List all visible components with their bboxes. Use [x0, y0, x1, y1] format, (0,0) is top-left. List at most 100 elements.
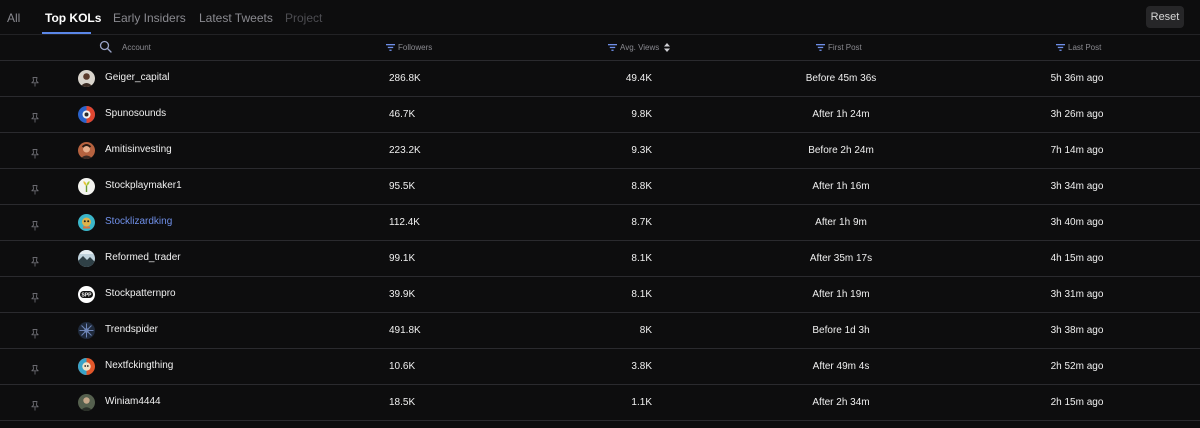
table-row[interactable]: Nextfckingthing 10.6K 3.8K After 49m 4s 2h 5…	[0, 349, 1200, 385]
account-name-link[interactable]: Geiger_capital	[105, 72, 169, 83]
last-post-value: 3h 38m ago	[1050, 325, 1104, 336]
account-name-link[interactable]: Amitisinvesting	[105, 144, 172, 155]
filter-icon[interactable]	[386, 44, 395, 51]
table-row[interactable]: Reformed_trader 99.1K 8.1K After 35m 17s 4h …	[0, 241, 1200, 277]
pin-icon[interactable]	[31, 218, 39, 231]
avg-views-value: 8.7K	[631, 217, 652, 228]
pin-icon[interactable]	[31, 182, 39, 195]
tab-early-insiders[interactable]: Early Insiders	[113, 11, 186, 25]
account-name-link[interactable]: Reformed_trader	[105, 252, 181, 263]
column-header-first-post[interactable]: First Post	[816, 43, 862, 52]
filter-icon[interactable]	[1056, 44, 1065, 51]
avatar[interactable]	[78, 70, 95, 87]
avatar[interactable]	[78, 142, 95, 159]
avg-views-value: 1.1K	[631, 397, 652, 408]
first-post-value: After 2h 34m	[812, 397, 870, 408]
last-post-value: 3h 40m ago	[1050, 217, 1104, 228]
column-header-account[interactable]: Account	[122, 43, 151, 52]
tab-top-kols[interactable]: Top KOLs	[45, 11, 101, 25]
followers-value: 112.4K	[389, 217, 420, 228]
tab-all[interactable]: All	[7, 11, 20, 25]
last-post-value: 7h 14m ago	[1050, 145, 1104, 156]
account-name-link[interactable]: Winiam4444	[105, 396, 161, 407]
table-row[interactable]: Spunosounds 46.7K 9.8K After 1h 24m 3h 26m a…	[0, 97, 1200, 133]
first-post-value: After 1h 24m	[812, 109, 870, 120]
table-row[interactable]: SPP Stockpatternpro 39.9K 8.1K After 1h 19m 3…	[0, 277, 1200, 313]
tab-project[interactable]: Project	[285, 11, 322, 25]
pin-icon[interactable]	[31, 74, 39, 87]
table-row[interactable]: Trendspider 491.8K 8K Before 1d 3h 3h 38m ag…	[0, 313, 1200, 349]
tab-latest-tweets[interactable]: Latest Tweets	[199, 11, 273, 25]
kol-table-body: Geiger_capital 286.8K 49.4K Before 45m 36s 5…	[0, 61, 1200, 421]
pin-icon[interactable]	[31, 326, 39, 339]
pin-icon[interactable]	[31, 254, 39, 267]
table-row[interactable]: Winiam4444 18.5K 1.1K After 2h 34m 2h 15m ag…	[0, 385, 1200, 421]
followers-value: 95.5K	[389, 181, 416, 192]
avg-views-value: 9.8K	[631, 109, 652, 120]
first-post-value: Before 45m 36s	[805, 73, 877, 84]
table-header: Account Followers Avg. Views First Post	[0, 35, 1200, 60]
avatar[interactable]	[78, 106, 95, 123]
first-post-value: Before 1d 3h	[812, 325, 870, 336]
followers-value: 18.5K	[389, 397, 416, 408]
followers-value: 223.2K	[389, 145, 421, 156]
followers-value: 10.6K	[389, 361, 416, 372]
last-post-value: 3h 26m ago	[1050, 109, 1104, 120]
tab-bar: All Top KOLs Early Insiders Latest Tweet…	[0, 0, 1200, 34]
avg-views-value: 9.3K	[631, 145, 652, 156]
table-row[interactable]: Stocklizardking 112.4K 8.7K After 1h 9m 3h 4…	[0, 205, 1200, 241]
first-post-value: Before 2h 24m	[808, 145, 874, 156]
account-name-link[interactable]: Stocklizardking	[105, 216, 172, 227]
account-name-link[interactable]: Nextfckingthing	[105, 360, 173, 371]
first-post-value: After 1h 9m	[815, 217, 867, 228]
pin-icon[interactable]	[31, 362, 39, 375]
table-row[interactable]: Amitisinvesting 223.2K 9.3K Before 2h 24m 7h…	[0, 133, 1200, 169]
pin-icon[interactable]	[31, 146, 39, 159]
avatar[interactable]	[78, 394, 95, 411]
table-row[interactable]: Stockplaymaker1 95.5K 8.8K After 1h 16m 3h 3…	[0, 169, 1200, 205]
reset-button[interactable]: Reset	[1146, 6, 1184, 28]
table-row[interactable]: Geiger_capital 286.8K 49.4K Before 45m 36s 5…	[0, 61, 1200, 97]
last-post-value: 2h 15m ago	[1050, 397, 1104, 408]
first-post-value: After 1h 16m	[812, 181, 870, 192]
filter-icon[interactable]	[816, 44, 825, 51]
followers-value: 99.1K	[389, 253, 416, 264]
avatar[interactable]	[78, 358, 95, 375]
avg-views-value: 49.4K	[625, 73, 652, 84]
avatar[interactable]	[78, 214, 95, 231]
search-icon[interactable]	[99, 40, 112, 53]
filter-icon[interactable]	[608, 44, 617, 51]
last-post-value: 5h 36m ago	[1050, 73, 1104, 84]
first-post-value: After 49m 4s	[812, 361, 870, 372]
pin-icon[interactable]	[31, 290, 39, 303]
sort-icon[interactable]	[664, 43, 671, 52]
avatar[interactable]	[78, 250, 95, 267]
column-header-avg-views[interactable]: Avg. Views	[608, 43, 671, 52]
column-header-last-post[interactable]: Last Post	[1056, 43, 1101, 52]
column-header-followers[interactable]: Followers	[386, 43, 432, 52]
account-name-link[interactable]: Trendspider	[105, 324, 158, 335]
followers-value: 491.8K	[389, 325, 421, 336]
last-post-value: 4h 15m ago	[1050, 253, 1104, 264]
account-name-link[interactable]: Spunosounds	[105, 108, 166, 119]
first-post-value: After 35m 17s	[809, 253, 873, 264]
first-post-value: After 1h 19m	[812, 289, 870, 300]
avg-views-value: 8.1K	[631, 253, 652, 264]
followers-value: 46.7K	[389, 109, 416, 120]
pin-icon[interactable]	[31, 398, 39, 411]
last-post-value: 3h 34m ago	[1050, 181, 1104, 192]
avg-views-value: 8.1K	[631, 289, 652, 300]
avg-views-value: 3.8K	[631, 361, 652, 372]
avatar[interactable]	[78, 322, 95, 339]
avatar[interactable]: SPP	[78, 286, 95, 303]
last-post-value: 2h 52m ago	[1050, 361, 1104, 372]
avatar[interactable]	[78, 178, 95, 195]
pin-icon[interactable]	[31, 110, 39, 123]
account-name-link[interactable]: Stockplaymaker1	[105, 180, 182, 191]
avg-views-value: 8K	[639, 325, 652, 336]
svg-text:SPP: SPP	[81, 292, 92, 298]
account-name-link[interactable]: Stockpatternpro	[105, 288, 176, 299]
followers-value: 39.9K	[389, 289, 416, 300]
last-post-value: 3h 31m ago	[1050, 289, 1104, 300]
avg-views-value: 8.8K	[631, 181, 652, 192]
